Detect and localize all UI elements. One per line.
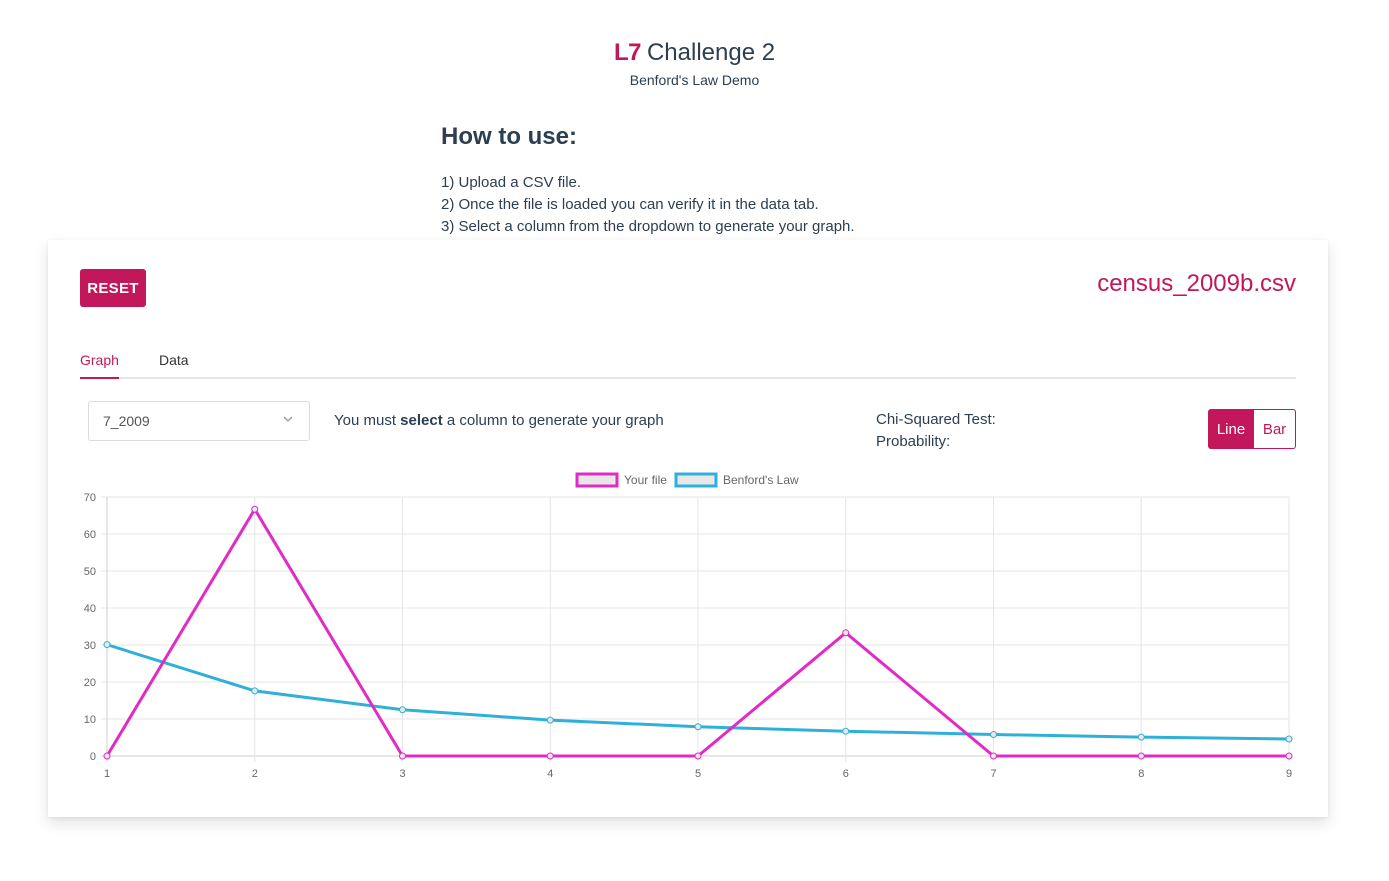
page-subtitle: Benford's Law Demo — [629, 72, 760, 88]
data-point — [251, 505, 259, 513]
brand-logo: L7 — [613, 39, 642, 66]
legend-label: Benford's Law — [723, 473, 799, 487]
data-point — [694, 752, 702, 760]
hint-suffix: a column to generate your graph — [442, 412, 664, 429]
hint-bold: select — [400, 412, 443, 429]
tab-data[interactable]: Data — [159, 352, 189, 377]
x-tick-label: 7 — [990, 768, 996, 780]
stats-panel: Chi-Squared Test: Probability: — [876, 409, 996, 453]
y-tick-label: 0 — [90, 751, 96, 763]
data-point — [546, 716, 554, 724]
page-title: L7 Challenge 2 — [0, 38, 1389, 68]
main-card: RESET census_2009b.csv Graph Data 7_2009… — [48, 240, 1328, 817]
data-point — [990, 731, 997, 739]
data-point — [1137, 752, 1145, 760]
x-tick-label: 2 — [252, 768, 258, 780]
reset-button[interactable]: RESET — [80, 269, 146, 307]
data-point — [842, 629, 850, 637]
y-tick-label: 50 — [84, 566, 96, 578]
y-tick-label: 40 — [84, 603, 96, 615]
step-2: 2) Once the file is loaded you can verif… — [441, 196, 819, 213]
x-tick-label: 9 — [1286, 768, 1292, 780]
how-to-steps: 1) Upload a CSV file. 2) Once the file i… — [441, 172, 961, 238]
file-name: census_2009b.csv — [1097, 270, 1296, 297]
legend-swatch — [674, 472, 718, 488]
x-tick-label: 4 — [547, 768, 553, 780]
x-tick-label: 1 — [104, 768, 110, 780]
tab-graph[interactable]: Graph — [80, 352, 119, 379]
x-tick-label: 6 — [843, 768, 849, 780]
benford-chart: 0 10 20 30 40 50 60 70 1 2 3 4 5 6 7 8 9 Your file Benford… — [84, 472, 1293, 780]
data-point — [103, 752, 111, 760]
x-tick-label: 8 — [1138, 768, 1144, 780]
how-to-section: How to use: 1) Upload a CSV file. 2) Onc… — [441, 122, 961, 238]
bar-toggle-button[interactable]: Bar — [1254, 409, 1296, 449]
tab-bar: Graph Data — [80, 346, 1296, 379]
data-point — [399, 706, 406, 714]
probability-label: Probability: — [876, 433, 951, 450]
step-1: 1) Upload a CSV file. — [441, 174, 582, 191]
line-toggle-button[interactable]: Line — [1208, 409, 1254, 449]
legend-swatch — [575, 472, 619, 488]
x-tick-label: 5 — [695, 768, 701, 780]
data-point — [990, 752, 997, 760]
chi-squared-label: Chi-Squared Test: — [876, 411, 996, 428]
data-point — [546, 752, 554, 760]
y-tick-label: 10 — [84, 714, 96, 726]
column-select[interactable]: 7_2009 — [88, 401, 310, 441]
data-point — [251, 687, 259, 695]
data-point — [399, 752, 406, 760]
title-text: Challenge 2 — [646, 39, 776, 66]
x-tick-label: 3 — [399, 768, 405, 780]
y-tick-label: 30 — [84, 640, 96, 652]
chevron-down-icon — [283, 416, 293, 422]
how-to-heading: How to use: — [441, 123, 577, 150]
y-tick-label: 20 — [84, 677, 96, 689]
chart-type-toggle: Line Bar — [1208, 409, 1296, 449]
data-point — [694, 723, 702, 731]
y-tick-label: 70 — [84, 492, 96, 504]
column-select-value: 7_2009 — [103, 413, 150, 429]
legend-label: Your file — [624, 473, 667, 487]
data-point — [1285, 735, 1293, 743]
y-tick-label: 60 — [84, 529, 96, 541]
app-header: L7 Challenge 2 Benford's Law Demo — [0, 38, 1389, 88]
data-point — [842, 727, 850, 735]
hint-prefix: You must — [334, 412, 401, 429]
column-hint: You must select a column to generate you… — [334, 412, 664, 429]
data-point — [1285, 752, 1293, 760]
data-point — [1137, 733, 1145, 741]
data-point — [103, 641, 111, 649]
step-3: 3) Select a column from the dropdown to … — [441, 218, 855, 235]
